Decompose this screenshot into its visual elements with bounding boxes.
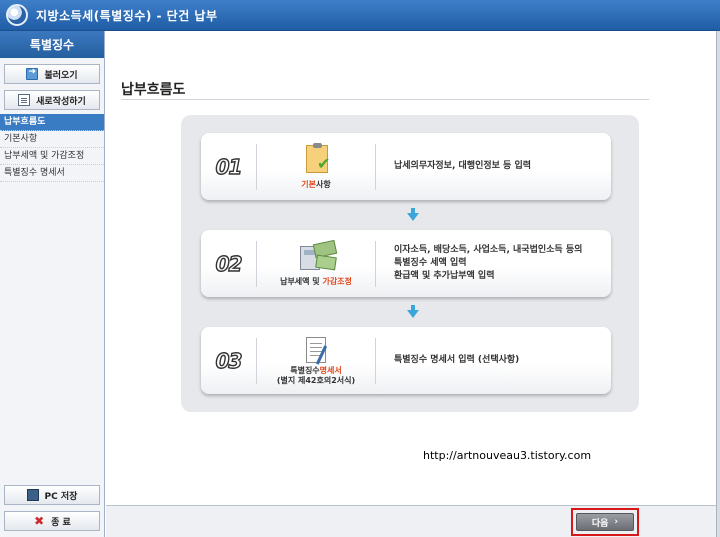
computer-icon	[26, 489, 39, 501]
next-button[interactable]: 다음 ›	[576, 513, 634, 531]
exit-icon: ✖	[34, 514, 45, 528]
exit-button-label: 종 료	[51, 517, 71, 528]
clipboard-check-icon	[296, 143, 336, 177]
flow-step-1: 01 기본사항 납세의무자정보, 대행인정보 등 입력	[201, 133, 611, 200]
arrow-down-icon	[407, 305, 419, 318]
next-button-highlight: 다음 ›	[571, 508, 639, 536]
pc-save-button-label: PC 저장	[44, 491, 78, 502]
next-button-label: 다음	[591, 518, 609, 529]
load-button[interactable]: 불러오기	[4, 64, 100, 84]
page-title: 납부흐름도	[121, 82, 186, 98]
sidebar-item-basic-info[interactable]: 기본사항	[0, 131, 104, 148]
load-button-label: 불러오기	[44, 70, 78, 81]
sidebar-header: 특별징수	[0, 31, 104, 58]
step-number: 01	[215, 154, 243, 179]
step-label: 납부세액 및 가감조정	[280, 277, 352, 286]
step-icon-area: 납부세액 및 가감조정	[257, 230, 375, 297]
flow-diagram: 01 기본사항 납세의무자정보, 대행인정보 등 입력 02 납부세액 및 가감…	[181, 115, 639, 412]
window-title: 지방소득세(특별징수) - 단건 납부	[36, 8, 218, 23]
flow-step-3: 03 특별징수명세서 (별지 제42호의2서식) 특별징수 명세서 입력 (선택…	[201, 327, 611, 394]
sidebar-bottom: PC 저장 ✖ 종 료	[0, 485, 104, 537]
new-document-button[interactable]: 새로작성하기	[4, 90, 100, 110]
sidebar-item-statement[interactable]: 특별징수 명세서	[0, 165, 104, 182]
step-description: 납세의무자정보, 대행인정보 등 입력	[394, 161, 532, 171]
document-pen-icon	[296, 335, 336, 365]
exit-button[interactable]: ✖ 종 료	[4, 511, 100, 531]
arrow-down-icon	[407, 208, 419, 221]
sidebar-menu: 납부흐름도 기본사항 납부세액 및 가감조정 특별징수 명세서	[0, 114, 104, 182]
scrollbar-strip	[716, 31, 720, 537]
chevron-right-icon: ›	[614, 517, 619, 527]
step-description: 이자소득, 배당소득, 사업소득, 내국법인소득 등의 특별징수 세액 입력 환…	[394, 245, 583, 281]
calculator-money-icon	[296, 239, 338, 274]
flow-step-2: 02 납부세액 및 가감조정 이자소득, 배당소득, 사업소득, 내국법인소득 …	[201, 230, 611, 297]
step-label: 기본사항	[301, 180, 331, 189]
sidebar-item-tax-adjustment[interactable]: 납부세액 및 가감조정	[0, 148, 104, 165]
title-bar: 지방소득세(특별징수) - 단건 납부	[0, 0, 720, 31]
sidebar: 특별징수 불러오기 새로작성하기 납부흐름도 기본사항 납부세액 및 가감조정 …	[0, 31, 105, 537]
watermark-url: http://artnouveau3.tistory.com	[423, 449, 592, 462]
main-content: 납부흐름도 01 기본사항 납세의무자정보, 대행인정보 등 입력 02 납부세…	[106, 31, 716, 505]
app-logo-icon	[6, 4, 28, 26]
pc-save-button[interactable]: PC 저장	[4, 485, 100, 505]
bottom-bar: 다음 ›	[106, 505, 716, 537]
step-description: 특별징수 명세서 입력 (선택사항)	[394, 355, 520, 365]
step-label: 특별징수명세서 (별지 제42호의2서식)	[276, 366, 356, 385]
step-icon-area: 기본사항	[257, 133, 375, 200]
title-divider	[121, 99, 649, 100]
load-icon	[26, 67, 39, 80]
step-number: 03	[215, 348, 243, 373]
document-icon	[18, 94, 31, 106]
step-icon-area: 특별징수명세서 (별지 제42호의2서식)	[257, 327, 375, 394]
step-number: 02	[215, 251, 243, 276]
sidebar-item-payment-flow[interactable]: 납부흐름도	[0, 114, 104, 131]
new-document-button-label: 새로작성하기	[36, 96, 86, 107]
